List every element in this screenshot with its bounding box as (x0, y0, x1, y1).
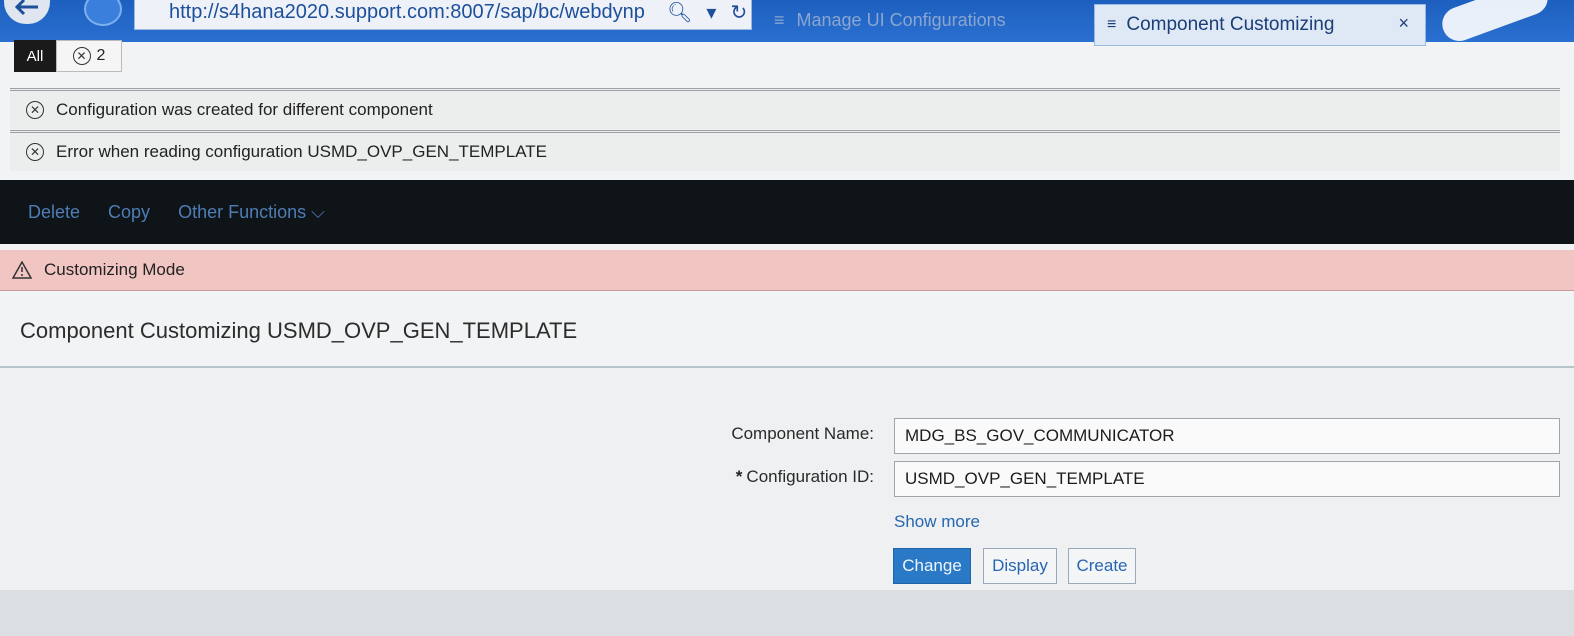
address-bar[interactable]: http://s4hana2020.support.com:8007/sap/b… (134, 0, 752, 30)
component-name-label: Component Name: (731, 424, 874, 443)
back-button[interactable] (4, 0, 50, 24)
error-icon: ✕ (72, 47, 91, 65)
footer-area (0, 590, 1574, 636)
other-functions-label: Other Functions (178, 201, 307, 222)
error-icon: ✕ (26, 143, 44, 161)
error-icon: ✕ (26, 101, 44, 119)
message-text: Configuration was created for different … (56, 100, 433, 119)
change-button[interactable]: Change (893, 548, 971, 584)
create-button[interactable]: Create (1068, 548, 1136, 584)
screen-glare (1437, 0, 1553, 46)
tab-icon: ≡ (1107, 16, 1117, 33)
address-url[interactable]: http://s4hana2020.support.com:8007/sap/b… (169, 1, 659, 24)
error-count: 2 (96, 47, 106, 64)
show-more-link[interactable]: Show more (894, 512, 980, 532)
message-item: ✕ Configuration was created for differen… (10, 88, 1560, 129)
page-title: Component Customizing USMD_OVP_GEN_TEMPL… (20, 318, 578, 343)
copy-button[interactable]: Copy (108, 202, 150, 223)
other-functions-menu[interactable]: Other Functions ⌵ (178, 202, 325, 223)
tab-label: Manage UI Configurations (796, 9, 1006, 30)
component-name-field[interactable]: MDG_BS_GOV_COMMUNICATOR (894, 418, 1560, 454)
action-toolbar: Delete Copy Other Functions ⌵ (0, 180, 1574, 244)
close-tab-icon[interactable]: × (1398, 13, 1409, 34)
filter-errors-button[interactable]: ✕ 2 (56, 40, 122, 72)
display-button[interactable]: Display (983, 548, 1057, 584)
tab-component-customizing[interactable]: ≡ Component Customizing × (1094, 4, 1426, 46)
required-marker: * (735, 467, 743, 486)
configuration-id-label-text: Configuration ID: (746, 467, 874, 486)
message-filter: All ✕ 2 (14, 40, 122, 72)
chevron-down-icon[interactable]: ▾ (706, 0, 716, 25)
configuration-id-label: * Configuration ID: (700, 467, 874, 487)
filter-all-button[interactable]: All (14, 40, 56, 72)
arrow-left-icon (14, 0, 38, 16)
message-item: ✕ Error when reading configuration USMD_… (10, 130, 1560, 171)
refresh-icon[interactable]: ↻ (730, 0, 747, 25)
forward-button[interactable] (84, 0, 122, 26)
configuration-id-field[interactable]: USMD_OVP_GEN_TEMPLATE (894, 461, 1560, 497)
customizing-mode-banner: Customizing Mode (0, 250, 1574, 291)
browser-toolbar: http://s4hana2020.support.com:8007/sap/b… (0, 0, 1574, 46)
tab-label: Component Customizing (1126, 14, 1335, 35)
tab-icon: ≡ (774, 9, 785, 30)
delete-button[interactable]: Delete (28, 202, 80, 223)
chevron-down-icon: ⌵ (311, 201, 325, 222)
tab-manage-ui-configurations[interactable]: ≡ Manage UI Configurations (764, 2, 1086, 38)
banner-text: Customizing Mode (44, 260, 185, 279)
search-icon[interactable]: 🔍︎ (667, 0, 692, 25)
message-text: Error when reading configuration USMD_OV… (56, 142, 547, 161)
warning-icon (12, 261, 32, 279)
